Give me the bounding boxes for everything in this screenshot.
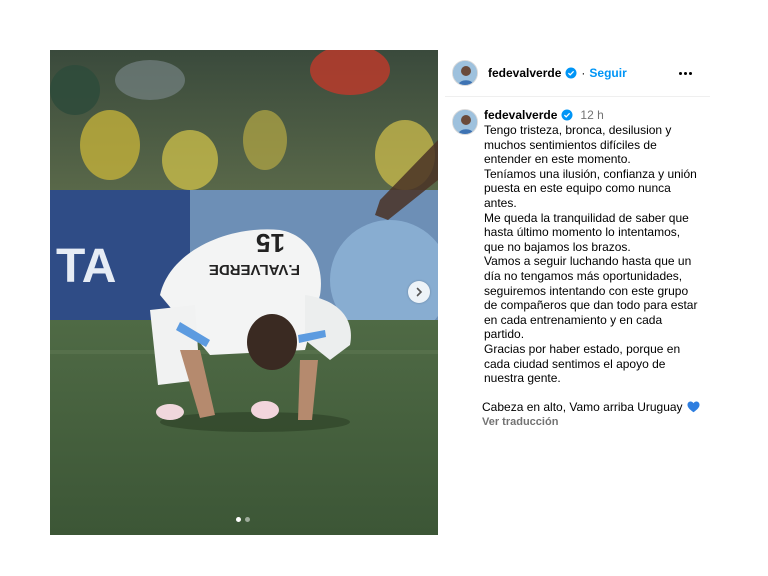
verified-badge-icon	[561, 109, 573, 121]
jersey-number: 15	[256, 228, 285, 258]
blue-heart-icon	[687, 401, 700, 412]
post-timestamp[interactable]: 12 h	[580, 108, 603, 122]
caption-line: Teníamos una ilusión, confianza y unión	[484, 166, 697, 181]
caption-line: en cada entrenamiento y en cada	[484, 312, 663, 327]
avatar-image	[453, 110, 477, 134]
avatar-image	[453, 61, 477, 85]
caption-line: día no tengamos más oportunidades,	[484, 268, 683, 283]
caption-line: que no bajamos los brazos.	[484, 239, 631, 254]
carousel-dot-1	[236, 517, 241, 522]
post-header: fedevalverde · Seguir	[445, 50, 710, 97]
carousel-next-button[interactable]	[408, 281, 430, 303]
caption-username[interactable]: fedevalverde	[484, 108, 557, 122]
username[interactable]: fedevalverde	[488, 66, 561, 80]
follow-button[interactable]: Seguir	[589, 66, 626, 80]
dot	[678, 71, 682, 75]
caption-line: partido.	[484, 327, 525, 342]
caption-line: Vamos a seguir luchando hasta que un	[484, 254, 692, 269]
caption-line: Tengo tristeza, bronca, desilusion y	[484, 123, 672, 137]
caption-signoff: Cabeza en alto, Vamo arriba Uruguay	[482, 400, 710, 414]
separator-dot: ·	[581, 66, 586, 80]
caption-line: entender en este momento.	[484, 152, 631, 167]
see-translation-link[interactable]: Ver traducción	[482, 416, 710, 428]
ad-board-text: TA	[56, 240, 116, 293]
avatar[interactable]	[452, 60, 478, 86]
post-photo: TA F.VALVERDE 15	[50, 50, 438, 535]
carousel-indicator	[236, 517, 250, 522]
dot	[683, 71, 687, 75]
caption-line: muchos sentimientos difíciles de	[484, 137, 657, 152]
carousel-dot-2	[245, 517, 250, 522]
caption-text: Tengo tristeza, bronca, desilusion y muc…	[484, 123, 710, 386]
post-side-panel: fedevalverde · Seguir fedevalverde 12 h …	[445, 50, 710, 450]
dot	[688, 71, 692, 75]
caption-line: nuestra gente.	[484, 371, 561, 386]
caption-line: Me queda la tranquilidad de saber que	[484, 210, 689, 225]
photo-scene: TA F.VALVERDE 15	[50, 50, 438, 535]
caption-line: puesta en este equipo como nunca	[484, 181, 671, 196]
chevron-right-icon	[416, 287, 423, 297]
post-caption: fedevalverde 12 h Tengo tristeza, bronca…	[452, 107, 710, 428]
caption-avatar[interactable]	[452, 109, 478, 135]
signoff-text: Cabeza en alto, Vamo arriba Uruguay	[482, 399, 683, 414]
jersey-name: F.VALVERDE	[209, 261, 300, 278]
verified-badge-icon	[565, 67, 577, 79]
more-options-button[interactable]	[676, 64, 694, 82]
caption-line: antes.	[484, 195, 517, 210]
caption-line: cada ciudad sentimos el apoyo de	[484, 356, 666, 371]
caption-line: seguiremos intentando con este grupo	[484, 283, 689, 298]
caption-line: Gracias por haber estado, porque en	[484, 341, 681, 356]
caption-line: de compañeros que dan todo para estar	[484, 298, 698, 313]
caption-line: hasta último momento lo intentamos,	[484, 225, 681, 240]
